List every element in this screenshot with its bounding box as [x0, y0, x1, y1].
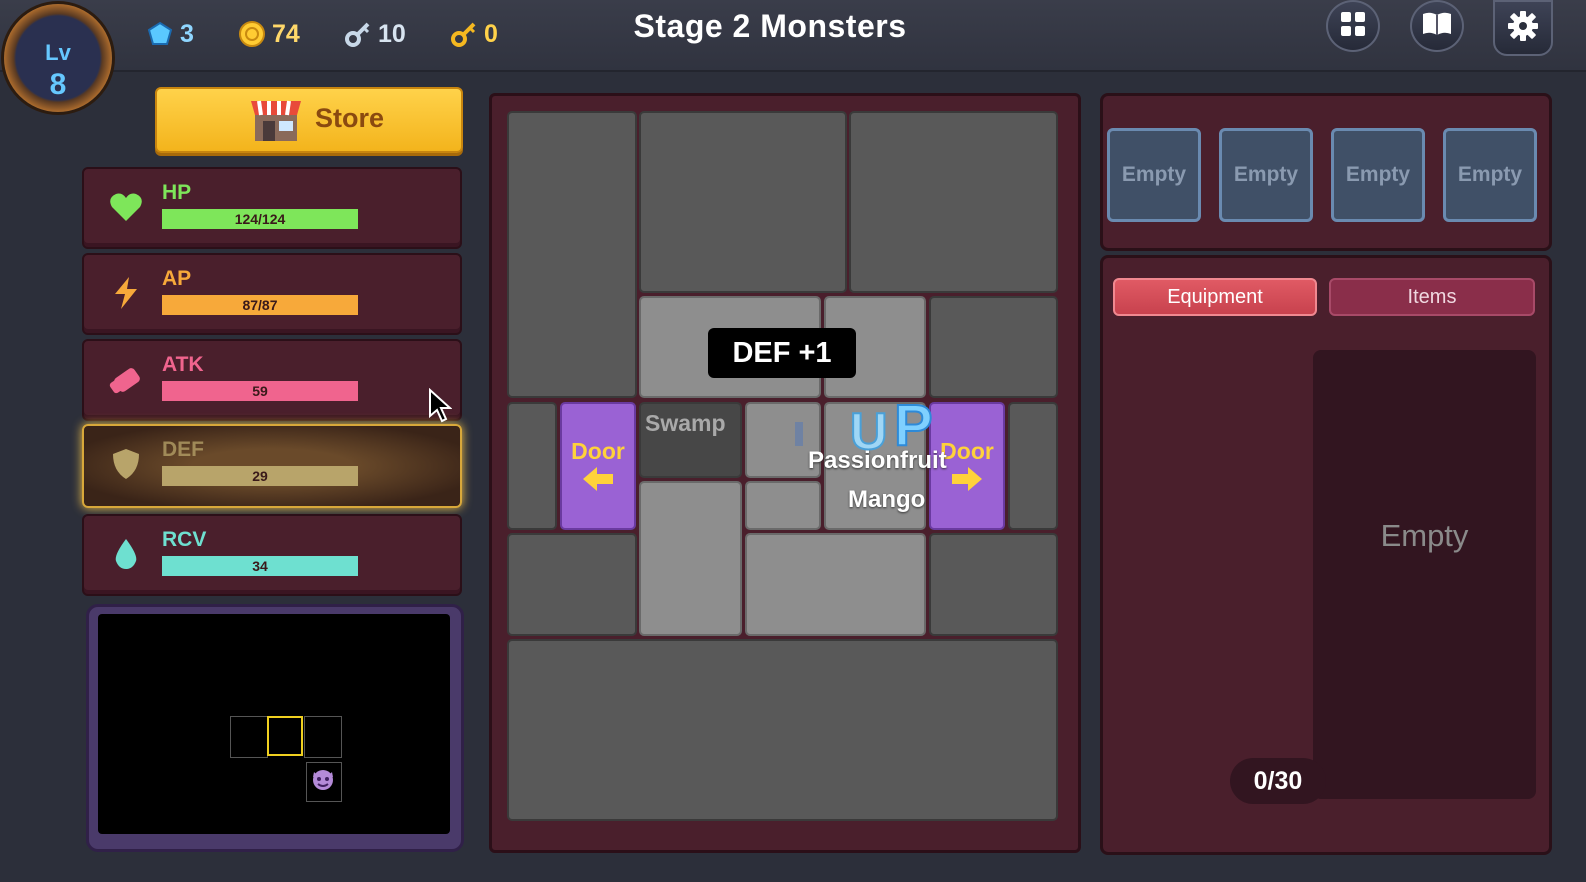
stat-bar: 34 — [162, 556, 358, 576]
mango-label: Mango — [848, 486, 926, 513]
door-left[interactable]: Door — [560, 402, 636, 530]
board-tile[interactable] — [929, 533, 1058, 636]
equip-slot-2[interactable]: Empty — [1219, 128, 1313, 222]
stat-bar: 87/87 — [162, 295, 358, 315]
stat-bar: 29 — [162, 466, 358, 486]
book-icon — [1421, 10, 1453, 43]
store-icon — [249, 95, 303, 150]
gold-key-counter: 0 — [450, 16, 498, 52]
board-tile[interactable] — [849, 111, 1058, 293]
stat-value: 34 — [252, 558, 268, 574]
inventory-count: 0/30 — [1230, 758, 1326, 804]
guide-book-button[interactable] — [1410, 0, 1464, 52]
passionfruit-label: Passionfruit — [808, 447, 947, 474]
mouse-cursor-icon — [428, 387, 453, 429]
stat-tooltip: DEF +1 — [708, 328, 856, 378]
coin-counter: 74 — [238, 16, 300, 52]
swamp-label: Swamp — [645, 410, 726, 436]
stat-ap: AP 87/87 — [82, 253, 462, 335]
tab-items[interactable]: Items — [1329, 278, 1535, 316]
stat-rcv: RCV 34 — [82, 514, 462, 596]
silver-key-counter: 10 — [344, 16, 406, 52]
gold-key-icon — [450, 20, 478, 48]
stage-title: Stage 2 Monsters — [633, 8, 907, 44]
minimap[interactable] — [98, 614, 450, 834]
fullscreen-icon — [1338, 9, 1368, 44]
board-tile[interactable] — [507, 111, 637, 398]
stat-name: HP — [162, 181, 192, 204]
gem-count: 3 — [180, 19, 194, 48]
tab-equipment[interactable]: Equipment — [1113, 278, 1317, 316]
stat-value: 29 — [252, 468, 268, 484]
gem-icon — [146, 20, 174, 48]
equip-slot-4[interactable]: Empty — [1443, 128, 1537, 222]
item-detail-pane: Empty — [1313, 350, 1536, 799]
store-label: Store — [315, 103, 385, 133]
stat-name: DEF — [162, 438, 204, 461]
equip-slot-1[interactable]: Empty — [1107, 128, 1201, 222]
gear-icon — [1507, 10, 1539, 47]
item-detail-empty: Empty — [1380, 518, 1469, 553]
level-label: Lv — [45, 40, 71, 65]
board-tile[interactable] — [639, 481, 742, 636]
stat-def: DEF 29 — [82, 424, 462, 508]
stat-name: AP — [162, 267, 192, 290]
coin-icon — [238, 20, 266, 48]
stat-hp: HP 124/124 — [82, 167, 462, 249]
stat-bar: 124/124 — [162, 209, 358, 229]
board-tile[interactable] — [507, 639, 1058, 821]
heart-icon — [108, 189, 144, 225]
gem-counter: 3 — [146, 16, 194, 52]
coin-count: 74 — [272, 19, 300, 48]
stat-bar: 59 — [162, 381, 358, 401]
door-label: Door — [571, 438, 625, 464]
letter-fragment — [795, 422, 803, 446]
silver-key-icon — [344, 20, 372, 48]
minimap-room — [230, 716, 268, 758]
gold-key-count: 0 — [484, 19, 498, 48]
board-tile[interactable] — [929, 296, 1058, 398]
stat-name: RCV — [162, 528, 207, 551]
water-drop-icon — [108, 536, 144, 572]
stat-name: ATK — [162, 353, 204, 376]
board-tile[interactable] — [745, 481, 821, 530]
board-tile[interactable] — [1008, 402, 1058, 530]
stat-value: 59 — [252, 383, 268, 399]
lightning-icon — [108, 275, 144, 311]
board-tile[interactable] — [639, 111, 847, 293]
store-button[interactable]: Store — [155, 87, 463, 153]
equip-slot-3[interactable]: Empty — [1331, 128, 1425, 222]
swamp-tile[interactable]: Swamp — [639, 402, 742, 478]
board-tile[interactable] — [507, 533, 637, 636]
monster-face-icon — [310, 766, 336, 797]
board-tile[interactable] — [745, 533, 926, 636]
stat-value: 87/87 — [242, 297, 278, 313]
minimap-room — [304, 716, 342, 758]
minimap-current-room — [267, 716, 303, 756]
settings-button[interactable] — [1493, 0, 1553, 56]
stat-atk: ATK 59 — [82, 339, 462, 421]
arrow-right-icon — [950, 467, 984, 498]
silver-key-count: 10 — [378, 19, 406, 48]
arrow-left-icon — [581, 467, 615, 498]
fist-icon — [108, 361, 144, 397]
shield-icon — [108, 446, 144, 482]
fullscreen-button[interactable] — [1326, 0, 1380, 52]
board-tile[interactable] — [507, 402, 557, 530]
level-badge: Lv 8 — [4, 4, 112, 112]
stat-value: 124/124 — [234, 211, 286, 227]
level-value: 8 — [49, 68, 67, 101]
